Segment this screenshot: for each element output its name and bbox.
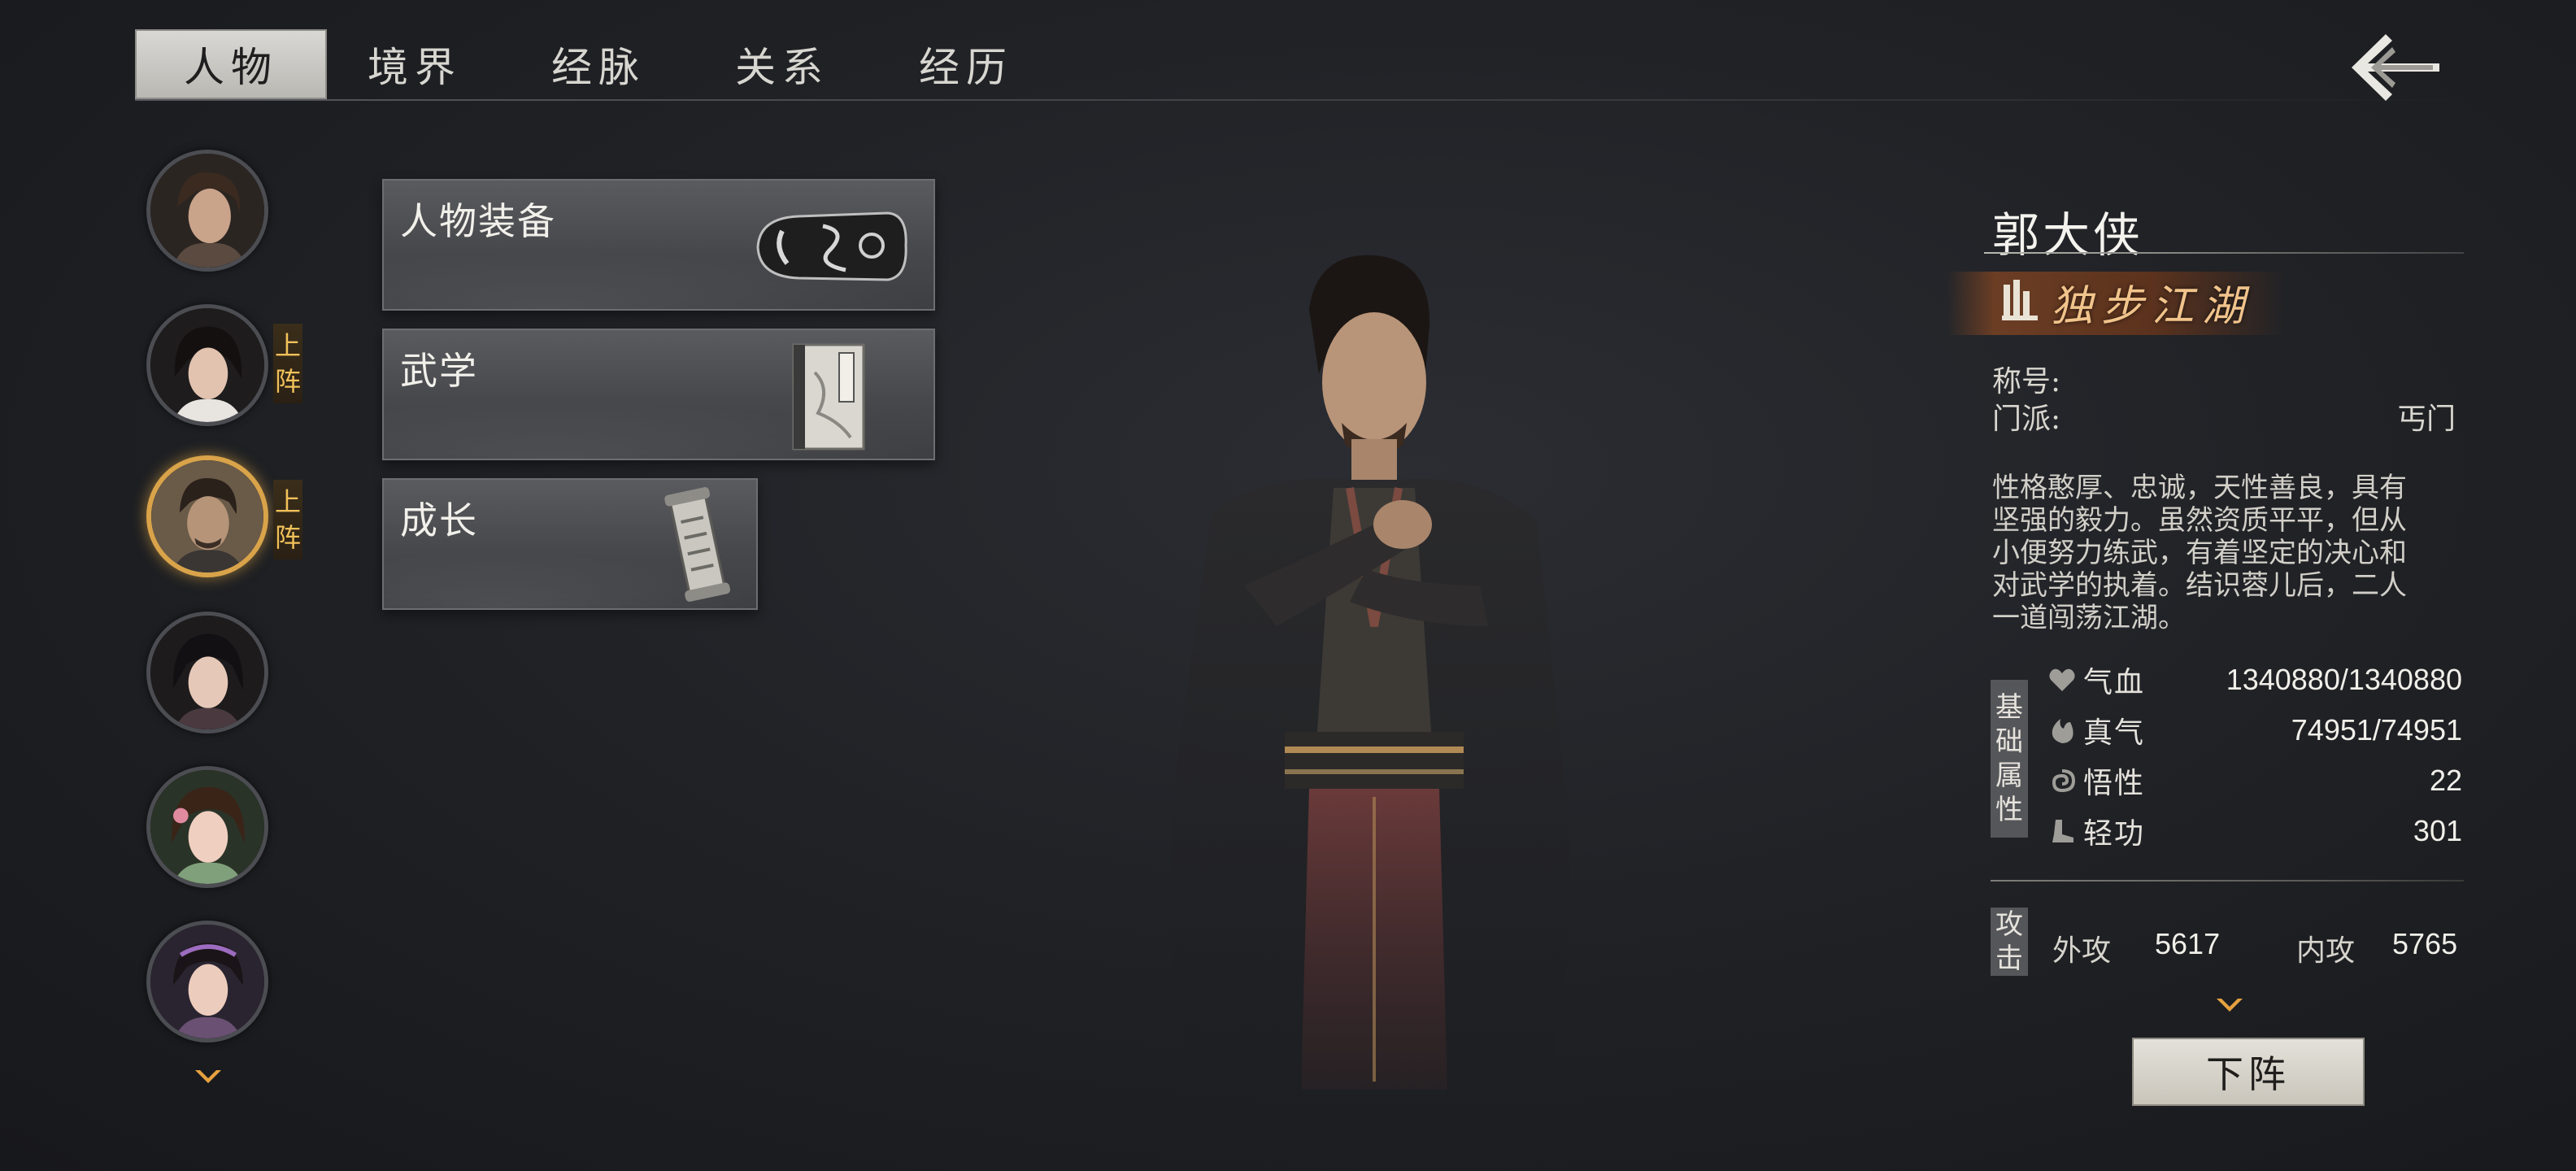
attr-row-qi: 真气 74951/74951 (2047, 709, 2462, 751)
party-roster: 上阵 上阵 (143, 146, 330, 1106)
attr-row-agility: 轻功 301 (2047, 810, 2462, 852)
roster-portrait-2[interactable] (146, 304, 268, 426)
martial-arts-card[interactable]: 武学 (382, 329, 935, 460)
equipment-card[interactable]: 人物装备 (382, 179, 935, 311)
retire-button[interactable]: 下阵 (2132, 1038, 2365, 1106)
divider (1984, 252, 2464, 254)
external-attack-label: 外攻 (2052, 934, 2112, 968)
tab-meridians[interactable]: 经脉 (503, 29, 694, 99)
honor-row: 称号: (1992, 358, 2456, 400)
roster-portrait-5[interactable] (146, 766, 268, 888)
roster-portrait-1[interactable] (146, 150, 268, 272)
roster-portrait-6[interactable] (146, 921, 268, 1043)
sect-value: 丐门 (2396, 403, 2456, 436)
portrait-hero-icon (151, 460, 263, 572)
growth-card[interactable]: 成长 (382, 478, 758, 610)
attr-value: 301 (2413, 814, 2462, 847)
scroll-icon (664, 487, 731, 602)
external-attack-value: 5617 (2155, 927, 2221, 960)
sect-row: 门派: 丐门 (1992, 395, 2456, 437)
flame-qi-icon (2052, 719, 2073, 743)
portrait-female-icon (150, 616, 264, 729)
portrait-female-icon (150, 308, 264, 422)
internal-attack-value: 5765 (2392, 927, 2458, 960)
portrait-female-icon (150, 770, 264, 884)
heart-icon (2049, 668, 2075, 691)
hero-character-portrait (1169, 255, 1571, 1098)
attack-tag: 攻 击 (1991, 908, 2028, 976)
chevron-down-icon[interactable] (2213, 994, 2246, 1016)
attr-value: 1340880/1340880 (2226, 663, 2462, 696)
attr-name: 真气 (2083, 716, 2146, 750)
divider (1991, 880, 2464, 882)
honor-label: 称号: (1992, 365, 2061, 398)
internal-attack-label: 内攻 (2296, 934, 2356, 968)
character-name: 郭大侠 (1992, 207, 2144, 263)
attr-value: 22 (2429, 764, 2462, 797)
title-badge-text: 独步江湖 (2051, 282, 2253, 331)
roster-portrait-4[interactable] (146, 612, 268, 734)
manual-book-icon (792, 343, 865, 451)
sect-label: 门派: (1992, 403, 2061, 436)
chevron-down-icon[interactable] (192, 1065, 224, 1090)
back-arrow-icon (2352, 34, 2439, 101)
character-bio: 性格憨厚、忠诚，天性善良，具有坚强的毅力。虽然资质平平，但从小便努力练武，有着坚… (1992, 472, 2407, 634)
attr-row-hp: 气血 1340880/1340880 (2047, 659, 2462, 701)
swirl-icon (2052, 769, 2076, 793)
back-button[interactable] (2335, 23, 2449, 112)
card-label: 成长 (400, 498, 478, 542)
tab-realm[interactable]: 境界 (319, 29, 511, 99)
attr-value: 74951/74951 (2291, 713, 2462, 747)
tab-character[interactable]: 人物 (135, 29, 327, 99)
portrait-male-icon (150, 154, 264, 268)
rank-icon (2002, 280, 2038, 320)
character-info-panel: 郭大侠 独步江湖 称号: 门派: 丐门 性格憨厚、忠诚，天性善良，具有坚强的毅力… (1947, 187, 2472, 1122)
deployed-badge: 上阵 (273, 480, 302, 559)
attr-row-comprehension: 悟性 22 (2047, 760, 2462, 802)
bracer-icon (756, 211, 907, 281)
tab-relations[interactable]: 关系 (686, 29, 878, 99)
attr-name: 轻功 (2083, 817, 2146, 851)
portrait-female-icon (150, 925, 264, 1038)
deployed-badge: 上阵 (273, 324, 302, 403)
tab-bar: 人物 境界 经脉 关系 经历 (135, 28, 2477, 101)
roster-portrait-3-selected[interactable] (146, 455, 268, 577)
attr-name: 气血 (2083, 666, 2146, 699)
boot-icon (2052, 820, 2073, 842)
card-label: 人物装备 (400, 199, 556, 243)
basic-attributes-tag: 基 础 属 性 (1991, 680, 2028, 838)
tab-history[interactable]: 经历 (870, 29, 1062, 99)
card-label: 武学 (400, 349, 478, 393)
attr-name: 悟性 (2083, 767, 2146, 800)
